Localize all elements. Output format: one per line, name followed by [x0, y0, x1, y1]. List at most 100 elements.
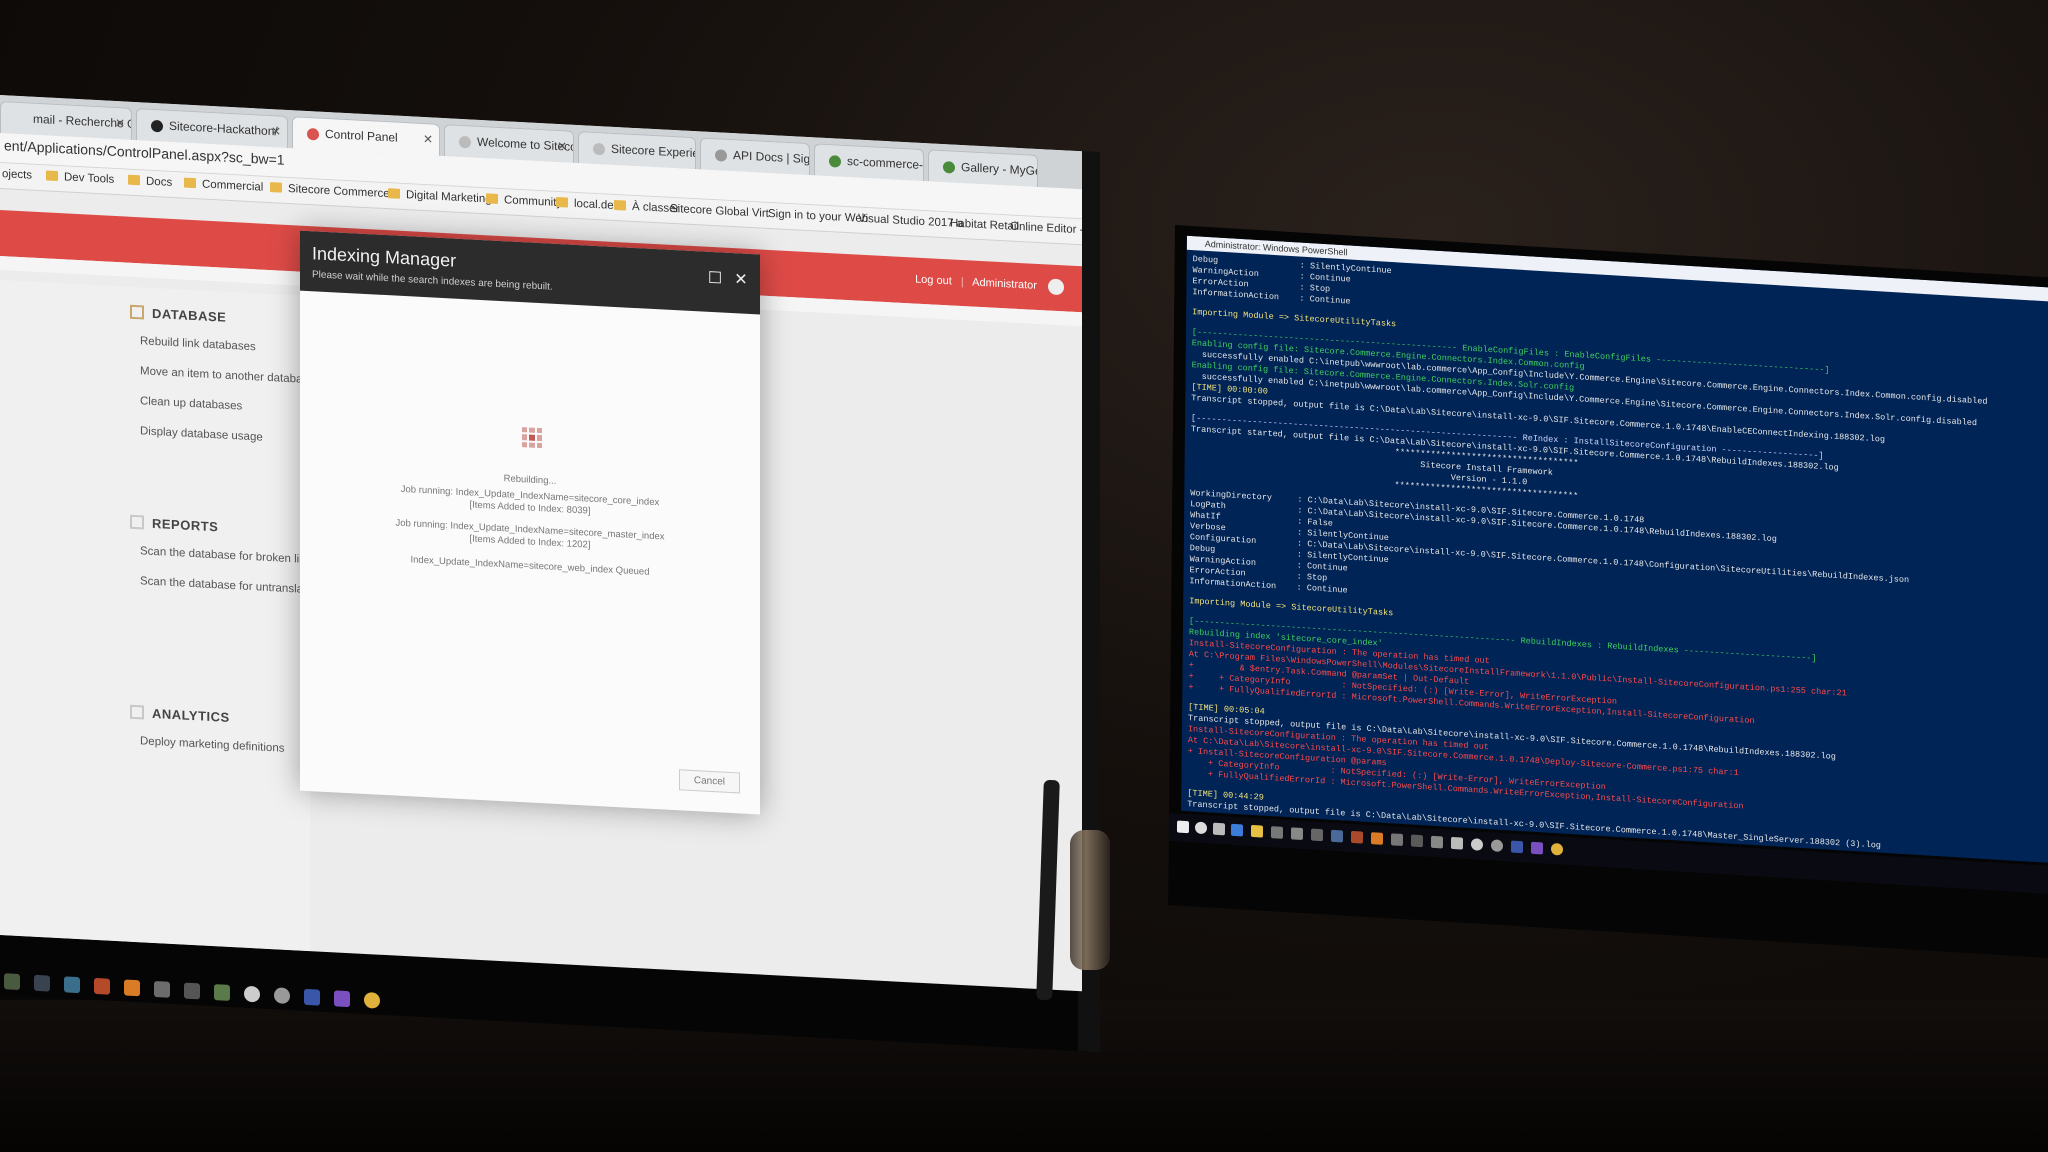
bookmark-item[interactable]: Sign in to your Web	[768, 208, 868, 225]
page-icon	[593, 142, 605, 156]
bookmark-label: Community	[504, 194, 563, 210]
database-icon	[130, 304, 144, 320]
app-icon[interactable]	[1370, 832, 1384, 845]
visual-studio-icon[interactable]	[334, 990, 350, 1008]
folder-icon	[184, 177, 196, 189]
windows-start-icon[interactable]	[1176, 820, 1190, 834]
close-icon[interactable]: ✕	[732, 271, 750, 290]
edge-icon[interactable]	[1230, 823, 1244, 837]
bookmark-label: Docs	[146, 175, 173, 189]
close-icon[interactable]: ✕	[423, 124, 433, 155]
github-icon	[151, 119, 163, 133]
app-icon[interactable]	[1510, 840, 1524, 854]
tab-label: API Docs | SignifyD	[733, 148, 810, 168]
link-clean-up-databases[interactable]: Clean up databases	[140, 395, 242, 412]
user-menu[interactable]: Log out | Administrator	[915, 272, 1064, 296]
visual-studio-icon[interactable]	[1530, 841, 1544, 855]
search-icon[interactable]	[1470, 838, 1484, 851]
app-icon[interactable]	[1290, 827, 1304, 841]
app-icon[interactable]	[1350, 830, 1364, 844]
folder-icon	[128, 174, 140, 186]
app-icon[interactable]	[154, 981, 170, 998]
app-icon[interactable]	[1330, 829, 1344, 843]
avatar[interactable]	[1048, 278, 1064, 296]
tab-label: Control Panel	[325, 126, 398, 145]
app-icon[interactable]	[64, 976, 80, 994]
app-icon[interactable]	[1450, 836, 1464, 850]
bookmark-item[interactable]: Sitecore Global Virt	[670, 203, 769, 220]
bookmark-label: local.dev	[574, 197, 620, 213]
app-icon[interactable]	[214, 984, 230, 1001]
bookmark-label: Digital Marketing	[406, 189, 492, 206]
close-icon[interactable]: ✕	[271, 116, 281, 147]
reports-icon	[130, 514, 144, 530]
control-panel: DATABASE Rebuild link databases Move an …	[0, 280, 310, 952]
section-database: DATABASE	[130, 304, 226, 325]
folder-icon	[486, 193, 498, 204]
bookmark-label: Habitat Retail	[950, 217, 1020, 233]
app-icon[interactable]	[1390, 833, 1404, 847]
app-icon[interactable]	[124, 979, 140, 997]
bookmark-folder[interactable]: Community	[486, 193, 562, 209]
bookmark-label: Dev Tools	[64, 171, 115, 186]
link-display-database-usage[interactable]: Display database usage	[140, 425, 263, 443]
bookmark-label: Commercial	[202, 178, 264, 194]
bookmark-folder[interactable]: Digital Marketing	[388, 188, 492, 206]
bookmark-item[interactable]: Visual Studio 2017 a	[858, 213, 963, 230]
bookmark-item[interactable]: Habitat Retail	[950, 217, 1019, 233]
section-reports: REPORTS	[130, 514, 218, 534]
bookmark-folder[interactable]: Dev Tools	[46, 170, 114, 186]
folder-icon	[388, 188, 400, 199]
cortana-icon[interactable]	[1194, 821, 1208, 835]
link-move-item[interactable]: Move an item to another databas	[140, 365, 308, 386]
app-icon[interactable]	[1430, 835, 1444, 849]
link-rebuild-link-databases[interactable]: Rebuild link databases	[140, 335, 256, 353]
powershell-console[interactable]: Debug : SilentlyContinue WarningAction : …	[1186, 254, 2048, 863]
app-icon[interactable]	[1410, 834, 1424, 848]
app-icon[interactable]	[304, 988, 320, 1006]
link-scan-broken-links[interactable]: Scan the database for broken lin	[140, 545, 306, 566]
folder-icon	[614, 199, 626, 211]
task-view-icon[interactable]	[1212, 822, 1226, 836]
bookmark-item[interactable]: Online Editor - Gran	[1010, 221, 1082, 238]
chrome-icon[interactable]	[364, 991, 380, 1009]
close-icon[interactable]: ✕	[115, 108, 125, 139]
app-icon[interactable]	[1270, 826, 1284, 839]
bookmark-folder[interactable]: Docs	[128, 174, 173, 189]
bookmark-folder[interactable]: local.dev	[556, 196, 620, 213]
folder-icon	[46, 170, 58, 182]
left-monitor: mail - Recherche G ✕ Sitecore-Hackathon/✕…	[0, 95, 1100, 1053]
gear-icon[interactable]	[274, 987, 290, 1005]
folder-icon[interactable]	[1250, 824, 1264, 838]
chrome-icon[interactable]	[1550, 842, 1564, 856]
app-icon[interactable]	[4, 973, 20, 991]
analytics-icon	[130, 704, 144, 720]
browser-window: mail - Recherche G ✕ Sitecore-Hackathon/✕…	[0, 95, 1082, 992]
dialog-subtitle: Please wait while the search indexes are…	[312, 269, 553, 293]
app-icon[interactable]	[1310, 828, 1324, 842]
cancel-button[interactable]: Cancel	[678, 769, 740, 794]
link-scan-untranslated[interactable]: Scan the database for untranslat	[140, 575, 306, 596]
search-icon[interactable]	[244, 985, 260, 1003]
powershell-window[interactable]: Administrator: Windows PowerShell Debug …	[1181, 235, 2048, 863]
app-icon[interactable]	[34, 974, 50, 992]
bookmark-item[interactable]: ojects	[2, 168, 32, 182]
logout-link[interactable]: Log out	[915, 273, 952, 287]
page-icon	[459, 135, 471, 149]
bookmark-label: Online Editor - Gran	[1010, 220, 1082, 238]
bookmark-label: Sign in to your Web	[768, 207, 869, 226]
user-name: Administrator	[972, 276, 1037, 292]
link-deploy-marketing-definitions[interactable]: Deploy marketing definitions	[140, 735, 284, 755]
bookmark-label: Sitecore Global Virt	[670, 202, 769, 220]
sitecore-icon	[307, 127, 319, 141]
bookmark-folder[interactable]: Commercial	[184, 177, 264, 194]
bookmark-folder[interactable]: Sitecore Commerce	[270, 182, 390, 200]
folder-icon	[270, 182, 282, 193]
gear-icon[interactable]	[1490, 839, 1504, 853]
close-icon[interactable]: ✕	[557, 131, 567, 162]
maximize-icon[interactable]: ☐	[706, 270, 724, 289]
bookmark-label: ojects	[2, 168, 33, 182]
loading-spinner-icon	[522, 427, 542, 449]
app-icon[interactable]	[184, 982, 200, 1000]
powerpoint-icon[interactable]	[94, 977, 110, 995]
